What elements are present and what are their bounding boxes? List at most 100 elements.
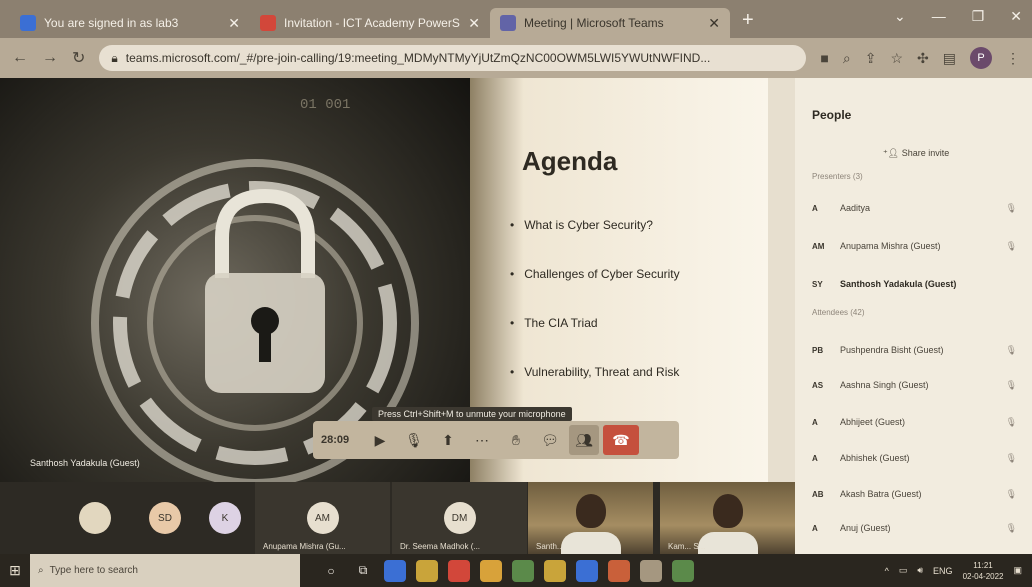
cortana-icon[interactable]: ○ — [320, 560, 342, 582]
avatar — [79, 502, 111, 534]
maximize-icon[interactable]: ❐ — [972, 8, 985, 25]
participant-tile[interactable] — [70, 482, 120, 554]
new-tab-icon[interactable]: + — [730, 9, 766, 38]
participant-row[interactable]: SY Santhosh Yadakula (Guest) — [812, 274, 1017, 294]
share-screen-icon[interactable]: ⬆ — [433, 425, 463, 455]
call-timer: 28:09 — [321, 434, 350, 446]
window-controls: ⌄ — ❐ ✕ — [894, 8, 1022, 25]
tab-title: You are signed in as lab3 — [44, 16, 179, 30]
url-text: teams.microsoft.com/_#/pre-join-calling/… — [125, 51, 711, 65]
profile-avatar[interactable]: P — [970, 47, 992, 69]
app-icon[interactable] — [512, 559, 534, 582]
participant-tile[interactable]: SD — [140, 482, 190, 554]
clock[interactable]: 11:21 02-04-2022 — [963, 560, 1004, 582]
mic-off-icon[interactable]: 🎙︎ — [399, 425, 429, 455]
share-invite-button[interactable]: ⁺👤︎ Share invite — [883, 148, 949, 159]
minimize-icon[interactable]: — — [932, 8, 946, 25]
tab-title: Invitation - ICT Academy PowerS — [284, 16, 460, 30]
chrome-active-icon[interactable] — [640, 559, 662, 582]
participants-icon[interactable]: 👥︎ — [569, 425, 599, 455]
mic-muted-icon: 🎙︎ — [1005, 202, 1017, 213]
call-controls-bar: 28:09 ▶︎ 🎙︎ ⬆ ⋯ ✋︎ 💬︎ 👥︎ ☎ — [313, 421, 679, 459]
volume-icon[interactable]: 🔊︎ — [917, 565, 923, 576]
mic-muted-icon: 🎙︎ — [1005, 240, 1017, 251]
tab-close-icon[interactable]: ✕ — [468, 15, 480, 32]
tab-favicon-icon — [20, 15, 36, 31]
store-icon[interactable] — [576, 559, 598, 582]
browser-tab-2[interactable]: Meeting | Microsoft Teams ✕ — [490, 8, 730, 38]
reading-list-icon[interactable]: ▤ — [943, 50, 956, 67]
participant-row[interactable]: A Aaditya 🎙︎ — [812, 198, 1017, 218]
more-actions-icon[interactable]: ⋯ — [467, 425, 497, 455]
tab-close-icon[interactable]: ✕ — [228, 15, 240, 32]
lock-icon: 🔒︎ — [111, 50, 118, 65]
network-icon[interactable]: ▭ — [899, 565, 908, 576]
stage-divider — [768, 78, 795, 482]
tray-chevron-icon[interactable]: ^ — [885, 566, 889, 576]
app-icon[interactable] — [384, 559, 406, 582]
slide-title: Agenda — [522, 146, 618, 176]
participant-row[interactable]: A Abhijeet (Guest) 🎙︎ — [812, 412, 1017, 432]
url-field[interactable]: 🔒︎ teams.microsoft.com/_#/pre-join-calli… — [99, 45, 807, 71]
file-explorer-icon[interactable] — [416, 559, 438, 582]
participant-row[interactable]: AB Akash Batra (Guest) 🎙︎ — [812, 484, 1017, 504]
unmute-hint: Press Ctrl+Shift+M to unmute your microp… — [372, 407, 572, 421]
chat-icon[interactable]: 💬︎ — [535, 425, 565, 455]
reload-icon[interactable]: ↻ — [72, 48, 85, 68]
participant-tile[interactable]: AM Anupama Mishra (Gu... — [255, 482, 390, 554]
language-indicator[interactable]: ENG — [933, 566, 953, 576]
participant-tile[interactable]: DM Dr. Seema Madhok (... — [392, 482, 527, 554]
gmail-favicon-icon — [260, 15, 276, 31]
bookmark-star-icon[interactable]: ☆ — [890, 50, 903, 67]
taskbar-apps: ○ ⧉ — [320, 559, 694, 582]
participant-row[interactable]: AM Anupama Mishra (Guest) 🎙︎ — [812, 236, 1017, 256]
participant-row[interactable]: A Abhishek (Guest) 🎙︎ — [812, 448, 1017, 468]
bullet-item: • Vulnerability, Threat and Risk — [510, 365, 680, 379]
browser-tab-bar: You are signed in as lab3 ✕ Invitation -… — [0, 0, 1032, 38]
app-icon[interactable] — [672, 559, 694, 582]
participant-video-tile[interactable]: Kam... S... — [660, 482, 795, 554]
search-placeholder: Type here to search — [49, 565, 138, 576]
participant-row[interactable]: PB Pushpendra Bisht (Guest) 🎙︎ — [812, 340, 1017, 360]
participant-tile[interactable]: K — [200, 482, 250, 554]
raise-hand-icon[interactable]: ✋︎ — [501, 425, 531, 455]
slide-bullets: • What is Cyber Security? • Challenges of … — [510, 218, 680, 414]
notifications-icon[interactable]: ▣ — [1013, 565, 1022, 576]
app-icon[interactable] — [544, 559, 566, 582]
forward-icon[interactable]: → — [42, 49, 58, 67]
avatar: K — [209, 502, 241, 534]
participant-row[interactable]: A Anuj (Guest) 🎙︎ — [812, 518, 1017, 538]
video-person — [575, 494, 606, 528]
extensions-icon[interactable]: ✣ — [917, 50, 929, 67]
app-icon[interactable] — [608, 559, 630, 582]
hang-up-icon[interactable]: ☎ — [603, 425, 639, 455]
windows-start-icon[interactable]: ⊞ — [0, 562, 30, 579]
participant-strip: SD K AM Anupama Mishra (Gu... DM Dr. See… — [0, 482, 795, 554]
chrome-icon[interactable] — [448, 559, 470, 582]
windows-taskbar: ⊞ ⌕ Type here to search ○ ⧉ ^ ▭ 🔊︎ ENG 1… — [0, 554, 1032, 587]
participant-row[interactable]: AS Aashna Singh (Guest) 🎙︎ — [812, 375, 1017, 395]
task-view-icon[interactable]: ⧉ — [352, 560, 374, 582]
camera-blocked-icon[interactable]: ■ — [820, 50, 828, 66]
tab-search-icon[interactable]: ⌄ — [894, 8, 906, 25]
participant-name: Dr. Seema Madhok (... — [400, 542, 481, 551]
browser-tab-0[interactable]: You are signed in as lab3 ✕ — [10, 8, 250, 38]
participant-video-tile[interactable]: Santh... — [528, 482, 653, 554]
share-icon[interactable]: ⇪ — [865, 50, 877, 67]
zoom-icon[interactable]: ⌕ — [843, 50, 851, 67]
browser-tab-1[interactable]: Invitation - ICT Academy PowerS ✕ — [250, 8, 490, 38]
svg-text:01 001: 01 001 — [300, 97, 350, 113]
bullet-item: • What is Cyber Security? — [510, 218, 653, 232]
close-window-icon[interactable]: ✕ — [1010, 8, 1022, 25]
panel-title: People — [812, 108, 852, 122]
tab-close-icon[interactable]: ✕ — [708, 15, 720, 32]
teams-favicon-icon — [500, 15, 516, 31]
menu-dots-icon[interactable]: ⋮ — [1006, 50, 1020, 67]
camera-off-icon[interactable]: ▶︎ — [365, 425, 395, 455]
app-icon[interactable] — [480, 559, 502, 582]
avatar: SD — [149, 502, 181, 534]
back-icon[interactable]: ← — [12, 49, 28, 67]
video-person — [712, 494, 743, 528]
taskbar-search-box[interactable]: ⌕ Type here to search — [30, 554, 300, 587]
avatar: DM — [443, 502, 476, 534]
